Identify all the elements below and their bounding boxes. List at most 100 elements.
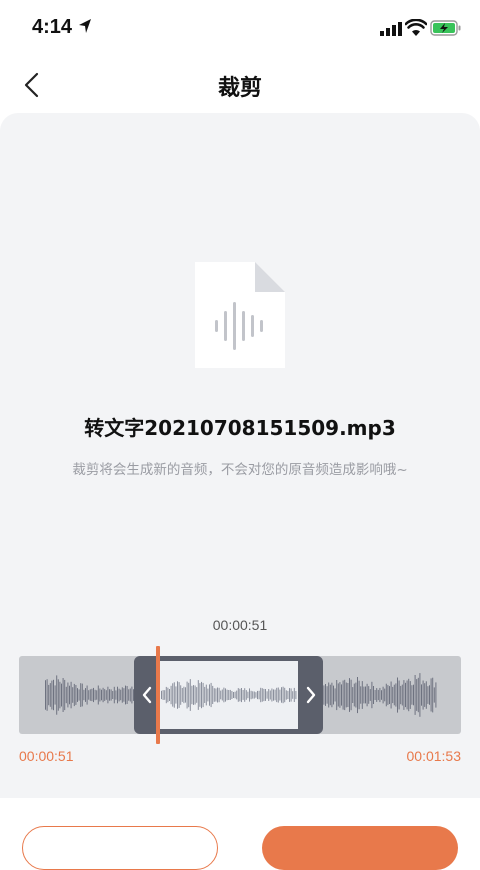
waveform-bar [207,688,209,702]
waveform-bar [72,687,74,703]
waveform-bar [365,686,366,704]
waveform-bar [104,689,106,701]
file-name: 转文字20210708151509.mp3 [84,416,396,440]
status-bar: 4:14 [0,0,480,60]
confirm-button[interactable] [262,826,458,870]
waveform-bar [357,677,358,714]
waveform-bar [329,684,331,706]
waveform-bar [165,686,167,704]
waveform-bar [377,689,379,701]
waveform-bar [129,688,131,702]
right-trim-handle[interactable] [298,656,323,734]
waveform-bar [284,687,286,703]
waveform-bar [197,680,199,710]
waveform-bar [373,686,374,704]
waveform-bar [117,686,118,704]
waveform-bar [265,689,266,701]
waveform-bar [363,686,365,704]
waveform-bar [181,688,183,702]
location-arrow-icon [79,19,91,33]
waveform-bar [368,686,370,704]
selection-range[interactable] [134,656,323,734]
waveform-bar [355,682,357,708]
waveform-bar [81,683,83,707]
waveform-bar [279,689,281,701]
waveform-bar [67,682,69,708]
waveform-bar [183,686,185,704]
waveform-bar [411,685,413,705]
waveform-bar [257,690,258,700]
waveform-bar [226,689,228,701]
waveform-bar [352,687,354,703]
waveform-bar [169,689,170,701]
chevron-left-icon [142,686,151,704]
battery-charging-icon [430,20,461,36]
waveform-bar [83,689,85,701]
waveform-bar [93,687,94,703]
bottom-action-bar [0,798,480,870]
waveform-bar [342,680,344,710]
waveform-bar [390,681,392,709]
waveform-bar [323,685,325,705]
waveform-bar [231,691,233,699]
waveform-bar [118,688,120,702]
waveform-bar [427,686,429,704]
waveform-bar [85,688,86,702]
waveform-bar [162,690,164,700]
waveform-bar [345,682,347,708]
waveform-bar [121,687,123,703]
waveform-bar [245,690,247,700]
waveform-bar [328,682,330,708]
waveform-bar [241,688,242,703]
waveform-bar [326,686,328,704]
waveform-bar [344,679,346,711]
waveform-bar [369,689,371,701]
waveform-bar [406,680,408,710]
waveform-bar [435,682,437,708]
waveform-bar [201,681,202,709]
waveform-bar [53,679,54,711]
waveform-bar [212,685,214,704]
waveform-bar [253,691,255,699]
waveform-bar [194,685,196,705]
waveform-bar [268,689,270,701]
waveform-bar [220,690,222,700]
waveform-bar [102,687,104,703]
selected-waveform [161,679,297,711]
waveform-bar [210,682,212,708]
waveform-bar [350,679,352,711]
waveform-bar [419,673,421,717]
waveform-bar [113,686,115,704]
waveform-bar [433,687,435,703]
waveform-bar [289,688,290,702]
waveform-bar [266,691,268,699]
waveform-bar [56,675,58,715]
waveform-bar [89,689,91,701]
waveform-bar [213,688,215,702]
waveform-bar [393,684,395,706]
waveform-bar [384,688,386,702]
waveform-bar [73,683,75,707]
waveform-bar [217,687,218,703]
waveform-bar [205,684,207,706]
waveform-bar [128,689,130,701]
waveform-bar [276,687,278,703]
cancel-button[interactable] [22,826,218,870]
waveform-bar [349,678,350,712]
waveform-bar [387,685,389,705]
waveform-bar [290,688,292,702]
waveform-bar [199,683,201,707]
waveform-bar [417,677,419,713]
waveform-bar [409,681,411,709]
waveform-bar [249,688,250,702]
waveform-bar [413,684,414,706]
waveform-bar [109,689,110,701]
waveform-bar [86,685,88,705]
navigation-bar: 裁剪 [0,60,480,110]
waveform-bar [112,691,114,699]
waveform-bar [178,682,180,708]
waveform-bar [96,690,98,700]
playhead[interactable] [156,646,160,744]
waveform-bar [334,688,336,702]
waveform-bar [339,682,341,708]
